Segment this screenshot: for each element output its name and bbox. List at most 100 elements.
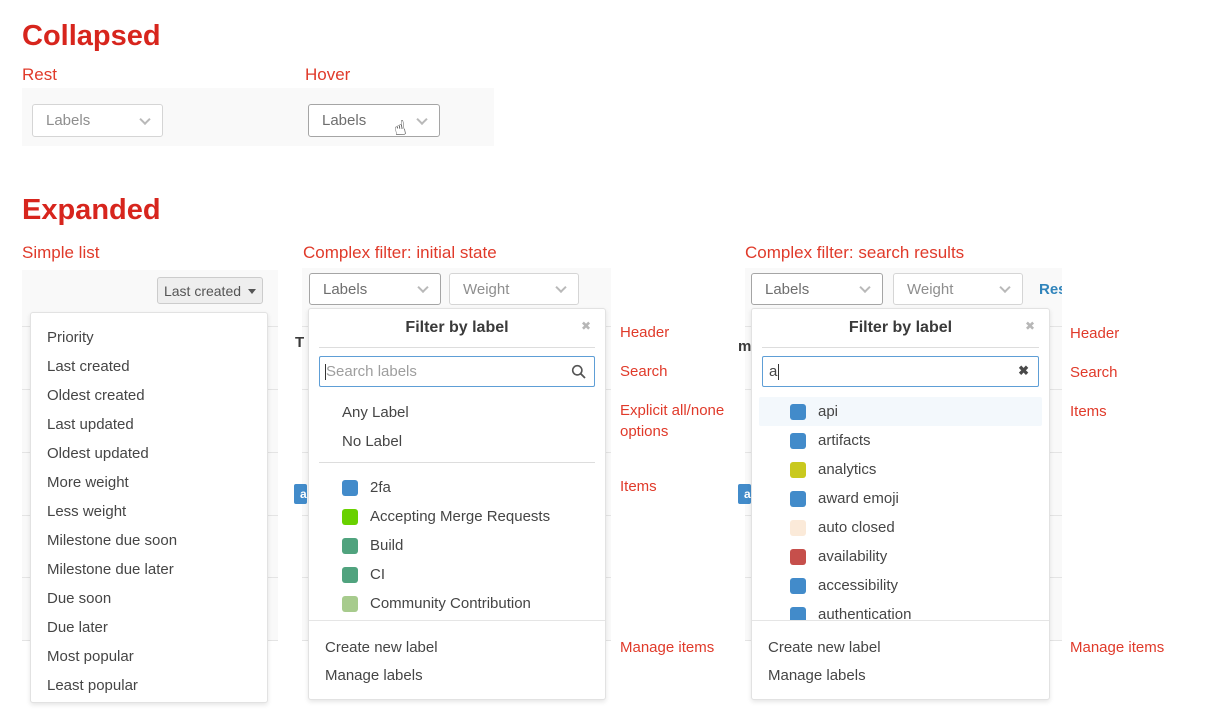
sort-menu-item[interactable]: More weight — [31, 468, 267, 497]
annotation-search: Search — [620, 361, 668, 382]
annotation-header: Header — [1070, 323, 1119, 344]
label-name: Accepting Merge Requests — [370, 508, 550, 525]
sort-dropdown-label: Last created — [164, 283, 241, 299]
label-item[interactable]: Build — [309, 531, 605, 560]
label-item-list: api artifacts analytics award emoji auto clo… — [752, 397, 1049, 620]
label-name: authentication — [818, 606, 911, 620]
label-item[interactable]: Community Contribution — [309, 589, 605, 618]
all-none-option[interactable]: No Label — [309, 427, 605, 456]
labels-filter-toggle[interactable]: Labels — [751, 273, 883, 305]
label-name: award emoji — [818, 490, 899, 507]
sort-menu-item[interactable]: Last updated — [31, 410, 267, 439]
annotation-items: Items — [1070, 401, 1107, 422]
covered-label-chip-fragment: a — [294, 484, 307, 504]
footer-action[interactable]: Manage labels — [752, 662, 1049, 690]
divider — [319, 347, 595, 348]
label-item[interactable]: CI — [309, 560, 605, 589]
panel-title: Filter by label — [849, 319, 952, 337]
footer-action[interactable]: Create new label — [752, 634, 1049, 662]
footer-action[interactable]: Create new label — [309, 634, 605, 662]
label-item[interactable]: api — [759, 397, 1042, 426]
label-item[interactable]: authentication — [759, 600, 1042, 620]
chevron-down-icon — [416, 113, 427, 124]
annotation-search: Search — [1070, 362, 1118, 383]
label-color-swatch — [790, 520, 806, 536]
label-item[interactable]: auto closed — [759, 513, 1042, 542]
labels-filter-label: Labels — [765, 281, 809, 298]
collapsed-example-area: Labels Labels — [22, 88, 494, 146]
label-color-swatch — [790, 491, 806, 507]
label-name: availability — [818, 548, 887, 565]
complex-search-label: Complex filter: search results — [745, 243, 964, 263]
weight-filter-toggle[interactable]: Weight — [449, 273, 579, 305]
label-item[interactable]: accessibility — [759, 571, 1042, 600]
label-color-swatch — [790, 404, 806, 420]
label-item[interactable]: availability — [759, 542, 1042, 571]
label-item[interactable]: 2fa — [309, 473, 605, 502]
labels-filter-toggle[interactable]: Labels — [309, 273, 441, 305]
chevron-down-icon — [139, 113, 150, 124]
label-color-swatch — [342, 509, 358, 525]
label-name: 2fa — [370, 479, 391, 496]
clear-search-icon[interactable]: ✖ — [1018, 363, 1029, 379]
label-name: analytics — [818, 461, 876, 478]
chevron-down-icon — [859, 282, 870, 293]
covered-label-chip-fragment: a — [738, 484, 751, 504]
sort-menu-item[interactable]: Last created — [31, 352, 267, 381]
annotation-header: Header — [620, 322, 669, 343]
label-item[interactable]: award emoji — [759, 484, 1042, 513]
weight-filter-label: Weight — [907, 281, 953, 298]
sort-menu-item[interactable]: Most popular — [31, 642, 267, 671]
sort-menu-item[interactable]: Oldest updated — [31, 439, 267, 468]
caret-down-icon — [248, 289, 256, 294]
label-item[interactable]: artifacts — [759, 426, 1042, 455]
labels-dropdown-rest[interactable]: Labels — [32, 104, 163, 137]
labels-dropdown-label: Labels — [322, 112, 366, 129]
covered-text-fragment: T — [295, 334, 304, 351]
sort-menu-item[interactable]: Due later — [31, 613, 267, 642]
close-icon[interactable]: ✖ — [581, 319, 591, 333]
label-item-list: 2fa Accepting Merge Requests Build CI Commun… — [309, 473, 605, 618]
label-name: CI — [370, 566, 385, 583]
complex-initial-label: Complex filter: initial state — [303, 243, 497, 263]
reset-link[interactable]: Reset — [1039, 281, 1062, 298]
sort-menu-item[interactable]: Milestone due soon — [31, 526, 267, 555]
chevron-down-icon — [999, 282, 1010, 293]
weight-filter-label: Weight — [463, 281, 509, 298]
panel-footer: Create new labelManage labels — [752, 621, 1049, 690]
label-item[interactable]: Accepting Merge Requests — [309, 502, 605, 531]
search-icon — [571, 364, 587, 380]
sort-menu-item[interactable]: Least popular — [31, 671, 267, 700]
annotation-manage-items: Manage items — [620, 637, 714, 658]
weight-filter-toggle[interactable]: Weight — [893, 273, 1023, 305]
sort-dropdown-toggle[interactable]: Last created — [157, 277, 263, 304]
annotation-items: Items — [620, 476, 657, 497]
all-none-option[interactable]: Any Label — [309, 398, 605, 427]
label-color-swatch — [790, 607, 806, 621]
label-search-input[interactable] — [319, 356, 595, 387]
expanded-section-title: Expanded — [22, 194, 161, 227]
label-color-swatch — [790, 462, 806, 478]
label-color-swatch — [790, 433, 806, 449]
sort-menu-item[interactable]: Due soon — [31, 584, 267, 613]
label-item[interactable]: analytics — [759, 455, 1042, 484]
labels-dropdown-label: Labels — [46, 112, 90, 129]
labels-dropdown-hover[interactable]: Labels — [308, 104, 440, 137]
sort-menu-item[interactable]: Priority — [31, 323, 267, 352]
close-icon[interactable]: ✖ — [1025, 319, 1035, 333]
label-search-input[interactable] — [762, 356, 1039, 387]
label-color-swatch — [342, 480, 358, 496]
sort-menu-item[interactable]: Milestone due later — [31, 555, 267, 584]
footer-action[interactable]: Manage labels — [309, 662, 605, 690]
label-name: api — [818, 403, 838, 420]
simple-list-label: Simple list — [22, 243, 99, 263]
label-filter-panel-search: Filter by label ✖ ✖ api artifacts analytic… — [751, 308, 1050, 700]
sort-menu-item[interactable]: Less weight — [31, 497, 267, 526]
covered-text-fragment: m — [738, 338, 751, 355]
panel-title: Filter by label — [405, 319, 508, 337]
collapsed-section-title: Collapsed — [22, 20, 161, 53]
sort-menu-item[interactable]: Oldest created — [31, 381, 267, 410]
sort-dropdown-menu: PriorityLast createdOldest createdLast u… — [30, 312, 268, 703]
label-name: Build — [370, 537, 403, 554]
chevron-down-icon — [417, 282, 428, 293]
